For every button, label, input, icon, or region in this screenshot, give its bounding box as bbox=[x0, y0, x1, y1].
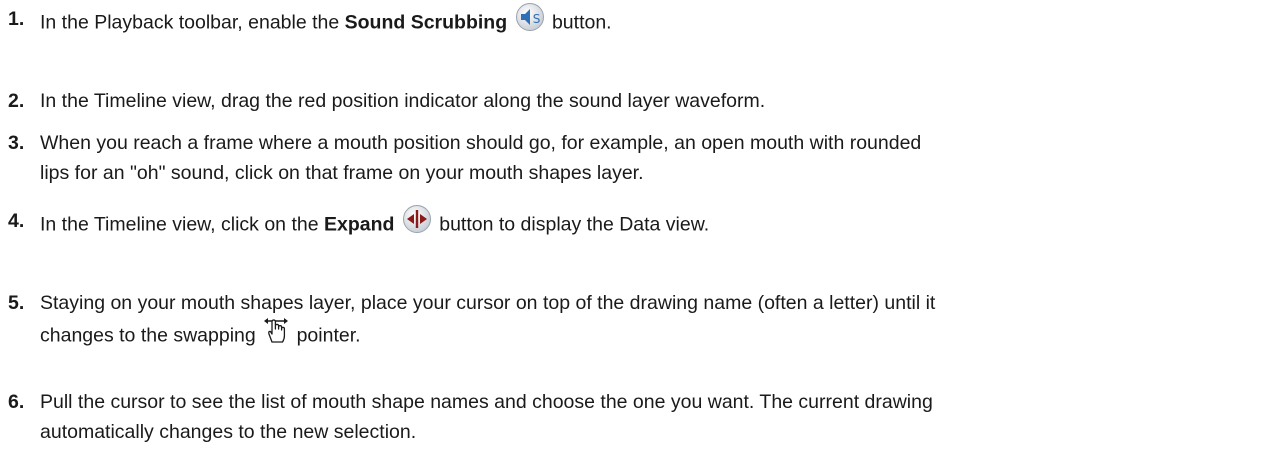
step-text-line2: lips for an "oh" sound, click on that fr… bbox=[40, 162, 644, 184]
step-number: 2. bbox=[8, 90, 25, 112]
step-text: When you reach a frame where a mouth pos… bbox=[40, 128, 1260, 188]
step-text-line2: changes to the swapping pointer. bbox=[40, 318, 1260, 355]
step-text: In the Timeline view, click on the Expan… bbox=[40, 204, 1260, 245]
step-text-before: In the Timeline view, click on the bbox=[40, 213, 324, 236]
expand-icon bbox=[402, 204, 432, 243]
step-text-line2-after: pointer. bbox=[291, 324, 361, 347]
sound-scrubbing-label: Sound Scrubbing bbox=[344, 11, 508, 34]
swap-hand-icon bbox=[263, 316, 289, 353]
step-text: In the Timeline view, drag the red posit… bbox=[40, 90, 766, 112]
step-text-line1: Staying on your mouth shapes layer, plac… bbox=[40, 292, 936, 314]
sound-scrubbing-icon: S bbox=[515, 2, 545, 41]
step-number: 1. bbox=[8, 8, 25, 30]
step-number: 4. bbox=[8, 210, 25, 232]
step-text-line2-before: changes to the swapping bbox=[40, 324, 262, 347]
step-text-before: In the Playback toolbar, enable the bbox=[40, 11, 345, 34]
expand-label: Expand bbox=[323, 213, 395, 236]
step-text: In the Playback toolbar, enable the Soun… bbox=[40, 2, 1260, 43]
step-text-line1: When you reach a frame where a mouth pos… bbox=[40, 132, 922, 154]
step-text-line1: Pull the cursor to see the list of mouth… bbox=[40, 391, 933, 413]
step-number: 6. bbox=[8, 391, 25, 413]
step-text-after: button. bbox=[546, 11, 612, 34]
step-text: Staying on your mouth shapes layer, plac… bbox=[40, 288, 1260, 355]
svg-text:S: S bbox=[532, 12, 540, 26]
step-text: Pull the cursor to see the list of mouth… bbox=[40, 387, 1260, 447]
step-number: 3. bbox=[8, 132, 25, 154]
step-text-after: button to display the Data view. bbox=[433, 213, 710, 236]
step-number: 5. bbox=[8, 292, 25, 314]
step-text-line2: automatically changes to the new selecti… bbox=[40, 421, 417, 443]
